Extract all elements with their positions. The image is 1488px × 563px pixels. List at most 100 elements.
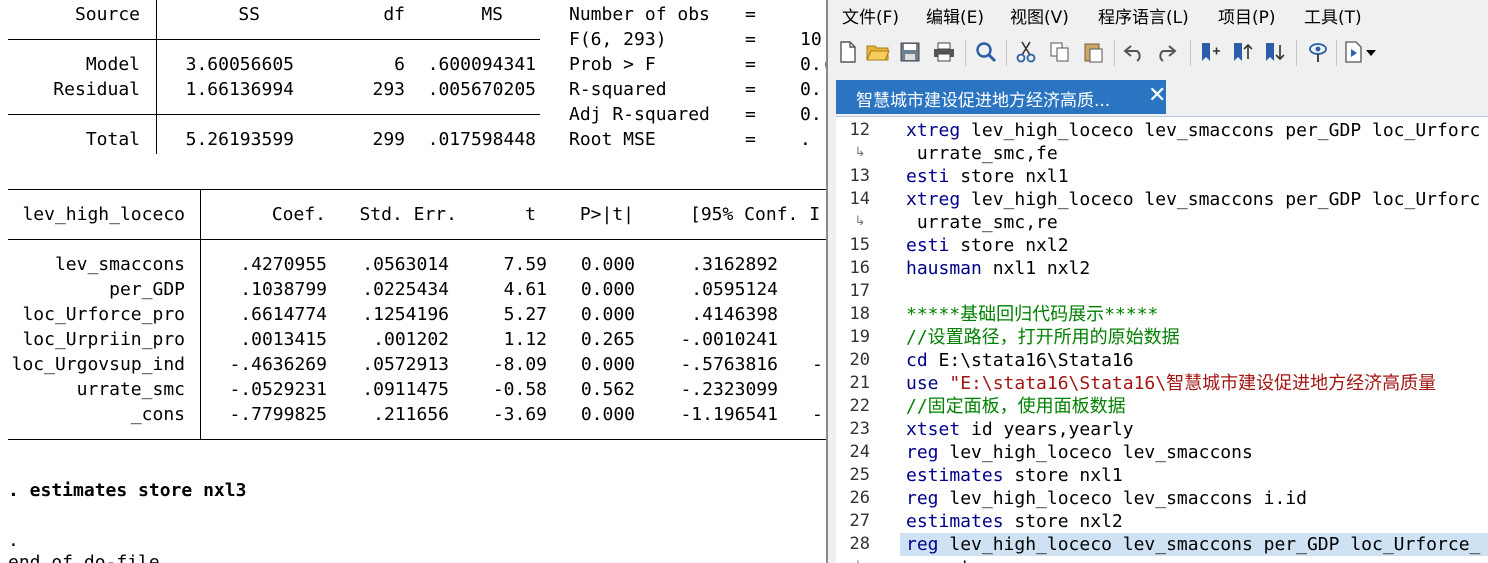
coef-row-variable: lev_smaccons [54,254,185,275]
menu-view[interactable]: 视图(V) [1010,3,1069,28]
code-text: lev_high_loceco lev_smaccons [938,442,1253,463]
show-icon[interactable] [1306,39,1330,65]
code-line[interactable]: estimates store nxl1 [906,464,1123,487]
code-line[interactable]: xtreg lev_high_loceco lev_smaccons per_G… [906,119,1480,142]
code-keyword: reg [906,442,939,463]
coef-row-ci-high: - [812,354,823,375]
coef-row-se: .0225434 [362,279,449,300]
menu-edit[interactable]: 编辑(E) [926,3,984,28]
code-line[interactable]: //设置路径，打开所用的原始数据 [906,326,1180,349]
code-line[interactable]: cd E:\stata16\Stata16 [906,349,1134,372]
bookmark-prev-icon[interactable] [1230,39,1254,65]
fit-stat-value: 0. [800,79,822,100]
coef-row-ci-low: -.5763816 [680,354,778,375]
line-number: 21 [849,373,870,393]
menu-file[interactable]: 文件(F) [842,3,899,28]
code-text: store nxl2 [949,235,1069,256]
line-number: 16 [849,258,870,278]
code-line[interactable]: urrate_smc [906,556,1025,563]
anova-rule-top [8,39,540,40]
code-line[interactable]: reg lev_high_loceco lev_smaccons per_GDP… [906,533,1480,556]
tab-title: 智慧城市建设促进地方经济高质... [856,91,1111,111]
anova-row-ss: 5.26193599 [185,129,294,150]
anova-rule-mid [8,114,540,115]
coef-row-ci-low: .4146398 [691,304,778,325]
code-keyword: xtreg [906,189,961,210]
menu-language[interactable]: 程序语言(L) [1098,3,1189,28]
close-icon[interactable]: ✕ [1148,83,1166,108]
code-line[interactable]: urrate_smc,fe [906,142,1058,165]
new-file-icon[interactable] [836,39,860,65]
coef-row-p: 0.000 [580,304,635,325]
wrap-indicator-icon: ↳ [854,214,866,229]
wrap-indicator-icon: ↳ [854,145,866,160]
coef-row-se: .001202 [373,329,449,350]
coef-header-depvar: lev_high_loceco [22,204,185,225]
line-number: 23 [849,419,870,439]
menu-project[interactable]: 项目(P) [1218,3,1276,28]
fit-stat-equals: = [745,79,756,100]
anova-column-divider [156,0,157,154]
fit-stat-equals: = [745,54,756,75]
anova-row-df: 293 [372,79,405,100]
coef-rule-top [8,189,826,190]
save-icon[interactable] [898,39,922,65]
code-line[interactable]: xtreg lev_high_loceco lev_smaccons per_G… [906,188,1480,211]
print-icon[interactable] [932,39,956,65]
paste-icon[interactable] [1082,39,1106,65]
end-of-do-file: end of do-file [8,552,160,563]
code-line[interactable]: esti store nxl1 [906,165,1069,188]
line-number: 20 [849,350,870,370]
code-text: nxl1 nxl2 [981,258,1091,279]
code-string: "E:\stata16\Stata16\智慧城市建设促进地方经济高质量 [938,373,1437,394]
bookmark-toggle-icon[interactable] [1198,39,1222,65]
menu-tools[interactable]: 工具(T) [1304,3,1362,28]
redo-icon[interactable] [1154,39,1178,65]
coef-row-variable: loc_Urpriin_pro [22,329,185,350]
code-line[interactable]: estimates store nxl2 [906,510,1123,533]
line-number: 25 [849,465,870,485]
code-line[interactable]: urrate_smc,re [906,211,1058,234]
copy-icon[interactable] [1048,39,1072,65]
code-text: urrate_smc,fe [906,143,1058,164]
code-area[interactable]: 12 ↳ 13 14 ↳ 15 16 17 18 19 20 21 22 23 24 25 26 27 28 ↳ xt… [836,116,1488,563]
code-line[interactable]: hausman nxl1 nxl2 [906,257,1090,280]
line-number: 27 [849,511,870,531]
run-icon[interactable] [1342,39,1366,65]
code-line[interactable]: esti store nxl2 [906,234,1069,257]
anova-row-ms: .017598448 [427,129,536,150]
code-comment: //固定面板，使用面板数据 [906,396,1126,417]
cut-icon[interactable] [1014,39,1038,65]
tab-dofile[interactable]: 智慧城市建设促进地方经济高质... ✕ [836,80,1166,114]
code-line[interactable]: use "E:\stata16\Stata16\智慧城市建设促进地方经济高质量 [906,372,1436,395]
open-folder-icon[interactable] [866,39,890,65]
code-keyword: estimates [906,511,1004,532]
code-comment: //设置路径，打开所用的原始数据 [906,327,1180,348]
code-text: lev_high_loceco lev_smaccons per_GDP loc… [960,189,1481,210]
coef-row-t: -3.69 [492,404,547,425]
code-line[interactable]: reg lev_high_loceco lev_smaccons [906,441,1253,464]
undo-icon[interactable] [1122,39,1146,65]
fit-stat-value: 0. [800,104,822,125]
coef-row-coef: -.4636269 [229,354,327,375]
code-text: id years,yearly [960,419,1134,440]
code-line[interactable]: *****基础回归代码展示***** [906,303,1158,326]
line-number: 19 [849,327,870,347]
anova-row-ms: .600094341 [427,54,536,75]
tab-strip: 智慧城市建设促进地方经济高质... ✕ [828,76,1488,114]
dropdown-icon[interactable] [1364,39,1378,65]
code-text: store nxl1 [949,166,1069,187]
line-number-gutter: 12 ↳ 13 14 ↳ 15 16 17 18 19 20 21 22 23 24 25 26 27 28 ↳ [836,117,886,563]
code-text: lev_high_loceco lev_smaccons per_GDP loc… [938,534,1481,555]
anova-header-ms: MS [481,4,503,25]
code-text: lev_high_loceco lev_smaccons i.id [938,488,1307,509]
code-line[interactable]: reg lev_high_loceco lev_smaccons i.id [906,487,1307,510]
bookmark-next-icon[interactable] [1262,39,1286,65]
coef-row-se: .0572913 [362,354,449,375]
dofile-editor: 文件(F) 编辑(E) 视图(V) 程序语言(L) 项目(P) 工具(T) 智慧… [826,0,1488,563]
code-line[interactable]: //固定面板，使用面板数据 [906,395,1126,418]
coef-row-p: 0.000 [580,404,635,425]
coef-rule-bottom [8,439,826,440]
code-line[interactable]: xtset id years,yearly [906,418,1134,441]
find-icon[interactable] [974,39,998,65]
